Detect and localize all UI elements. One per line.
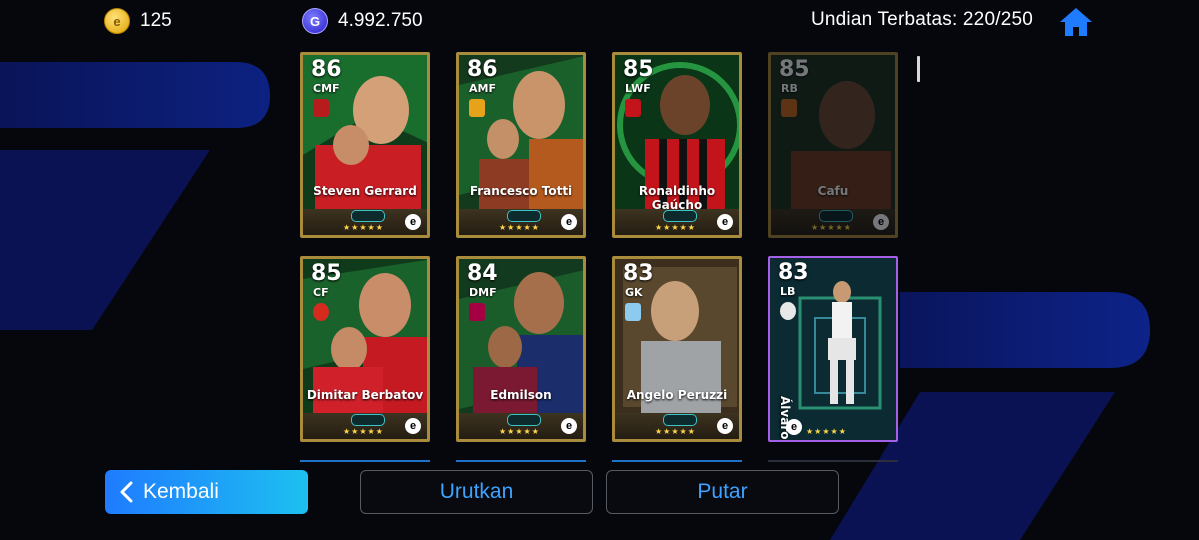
card-stars: ★★★★★ [499, 223, 540, 232]
card-player-name: Ronaldinho Gaúcho [638, 184, 716, 212]
card-row-peek [768, 460, 898, 462]
card-rating: 83 [623, 261, 654, 286]
chevron-left-icon [120, 481, 133, 503]
player-card[interactable]: 85 LWF Ronaldinho Gaúcho ★★★★★ e [612, 52, 742, 238]
skill-gems-icon [507, 414, 541, 426]
club-badge-icon [780, 302, 796, 320]
skill-gems-icon [507, 210, 541, 222]
card-position: LB [780, 285, 796, 298]
card-stars: ★★★★★ [343, 223, 384, 232]
card-position: LWF [625, 82, 651, 95]
sort-button[interactable]: Urutkan [360, 470, 593, 514]
ecoin-amount: 125 [140, 10, 172, 31]
efootball-logo-icon: e [873, 214, 889, 230]
draw-limit-label: Undian Terbatas: 220/250 [810, 9, 1033, 30]
card-rating: 85 [779, 57, 810, 82]
club-badge-icon [469, 303, 485, 321]
skill-gems-icon [351, 210, 385, 222]
efootball-logo-icon: e [405, 214, 421, 230]
club-badge-icon [313, 99, 329, 117]
club-badge-icon [469, 99, 485, 117]
card-position: AMF [469, 82, 496, 95]
skill-gems-icon [351, 414, 385, 426]
card-row-peek [612, 460, 742, 462]
player-card[interactable]: 86 CMF Steven Gerrard ★★★★★ e [300, 52, 430, 238]
player-card[interactable]: 83 LB Álvaro Carreras ★★★★★ e [768, 256, 898, 442]
card-position: CF [313, 286, 329, 299]
card-stars: ★★★★★ [806, 427, 847, 436]
skill-gems-icon [663, 210, 697, 222]
card-row-peek [300, 460, 430, 462]
sort-button-label: Urutkan [439, 480, 514, 503]
skill-gems-icon [819, 210, 853, 222]
card-position: GK [625, 286, 643, 299]
card-stars: ★★★★★ [343, 427, 384, 436]
card-rating: 86 [467, 57, 498, 82]
spin-button-label: Putar [697, 480, 748, 503]
card-position: CMF [313, 82, 340, 95]
player-card[interactable]: 85 RB Cafu ★★★★★ e [768, 52, 898, 238]
ecoin-icon: e [104, 8, 130, 34]
card-position: DMF [469, 286, 497, 299]
player-card-grid: 86 CMF Steven Gerrard ★★★★★ e 86 AMF Fra… [300, 52, 900, 462]
efootball-logo-icon: e [561, 214, 577, 230]
card-player-name: Cafu [817, 184, 849, 198]
efootball-logo-icon: e [717, 214, 733, 230]
efootball-logo-icon: e [786, 419, 802, 435]
card-stars: ★★★★★ [811, 223, 852, 232]
card-rating: 85 [311, 261, 342, 286]
player-card[interactable]: 84 DMF Edmilson ★★★★★ e [456, 256, 586, 442]
gp-icon: G [302, 8, 328, 34]
card-position: RB [781, 82, 798, 95]
card-player-name: Francesco Totti [469, 184, 573, 198]
home-button[interactable] [1058, 5, 1094, 39]
player-card[interactable]: 83 GK Angelo Peruzzi ★★★★★ e [612, 256, 742, 442]
efootball-logo-icon: e [405, 418, 421, 434]
card-rating: 84 [467, 261, 498, 286]
back-button[interactable]: Kembali [105, 470, 308, 514]
club-badge-icon [625, 99, 641, 117]
ecoin-balance: e 125 [104, 8, 172, 34]
card-rating: 83 [778, 260, 809, 285]
player-card[interactable]: 85 CF Dimitar Berbatov ★★★★★ e [300, 256, 430, 442]
scrollbar[interactable] [917, 56, 920, 82]
club-badge-icon [781, 99, 797, 117]
efootball-logo-icon: e [717, 418, 733, 434]
card-player-name: Angelo Peruzzi [626, 388, 728, 402]
card-player-name: Steven Gerrard [313, 184, 417, 198]
gp-balance: G 4.992.750 [302, 8, 423, 34]
skill-gems-icon [663, 414, 697, 426]
card-stars: ★★★★★ [499, 427, 540, 436]
card-stars: ★★★★★ [655, 427, 696, 436]
player-card[interactable]: 86 AMF Francesco Totti ★★★★★ e [456, 52, 586, 238]
card-player-name: Edmilson [490, 388, 552, 402]
card-rating: 85 [623, 57, 654, 82]
back-button-label: Kembali [143, 480, 219, 503]
club-badge-icon [313, 303, 329, 321]
card-player-name: Dimitar Berbatov [306, 388, 424, 402]
club-badge-icon [625, 303, 641, 321]
spin-button[interactable]: Putar [606, 470, 839, 514]
card-row-peek [456, 460, 586, 462]
home-icon [1060, 8, 1092, 36]
top-bar: e 125 G 4.992.750 Undian Terbatas: 220/2… [0, 0, 1199, 44]
gp-amount: 4.992.750 [338, 10, 423, 31]
card-stars: ★★★★★ [655, 223, 696, 232]
efootball-logo-icon: e [561, 418, 577, 434]
card-rating: 86 [311, 57, 342, 82]
